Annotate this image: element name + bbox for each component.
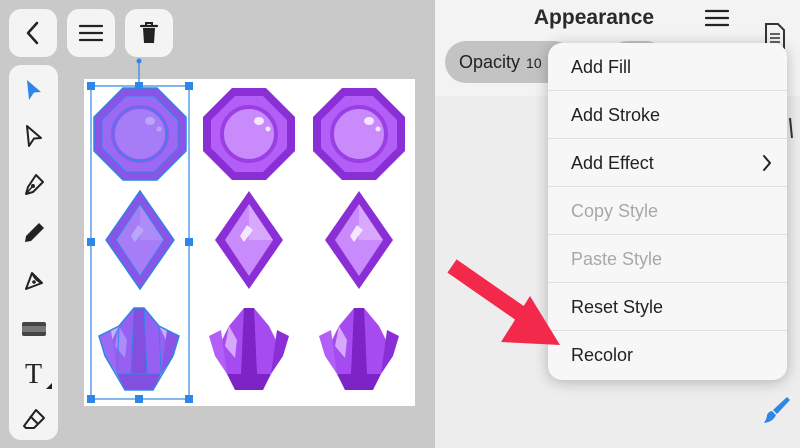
appearance-menu: Add Fill Add Stroke Add Effect Copy Styl… (548, 43, 787, 380)
menu-item-recolor[interactable]: Recolor (548, 331, 787, 379)
gem-crystal[interactable] (319, 308, 399, 390)
menu-item-paste-style: Paste Style (548, 235, 787, 283)
artboard[interactable] (84, 79, 415, 406)
menu-item-label: Copy Style (571, 201, 659, 221)
brush-icon (24, 272, 43, 290)
paintbrush-icon (764, 397, 790, 423)
gem-crystal-selected[interactable] (98, 307, 180, 391)
menu-item-reset-style[interactable]: Reset Style (548, 283, 787, 331)
shape-tool[interactable] (9, 309, 58, 349)
tools-panel: T (9, 65, 58, 440)
gem-octagon[interactable] (201, 86, 297, 182)
gem-diamond[interactable] (215, 191, 283, 289)
delete-button[interactable] (125, 9, 173, 57)
vector-brush-tool[interactable] (9, 261, 58, 301)
opacity-label: Opacity (459, 52, 521, 72)
opacity-value: 10 (526, 55, 542, 71)
pen-tool[interactable] (9, 165, 58, 205)
menu-item-add-fill[interactable]: Add Fill (548, 43, 787, 91)
pencil-icon (24, 223, 44, 242)
menu-item-label: Add Stroke (571, 105, 661, 125)
gem-diamond[interactable] (325, 191, 393, 289)
text-icon: T (24, 359, 43, 390)
menu-item-label: Add Fill (571, 57, 632, 77)
menu-item-label: Recolor (571, 345, 634, 365)
gem-crystal[interactable] (209, 308, 289, 390)
menu-item-label: Add Effect (571, 153, 654, 173)
selection-tool[interactable] (9, 71, 58, 111)
brushes-studio-button[interactable] (761, 394, 791, 426)
eraser-icon (22, 409, 45, 429)
gem-octagon-selected[interactable] (92, 86, 188, 182)
hamburger-icon (79, 24, 103, 42)
text-tool[interactable]: T (9, 355, 58, 395)
chevron-left-icon (26, 21, 39, 45)
arrow-filled-icon (26, 80, 41, 100)
arrow-outline-icon (25, 125, 42, 147)
menu-item-copy-style: Copy Style (548, 187, 787, 235)
eraser-tool[interactable] (9, 399, 58, 439)
menu-item-add-stroke[interactable]: Add Stroke (548, 91, 787, 139)
trash-icon (139, 22, 159, 43)
pencil-tool[interactable] (9, 213, 58, 253)
rotation-handle[interactable] (134, 57, 144, 84)
stroke-studio-button[interactable] (787, 114, 800, 144)
menu-item-label: Paste Style (571, 249, 663, 269)
pen-nib-icon (24, 174, 44, 195)
menu-item-label: Reset Style (571, 297, 664, 317)
chevron-right-icon (763, 155, 771, 171)
shape-icon (21, 322, 46, 336)
hamburger-icon (704, 9, 730, 27)
gem-diamond-selected[interactable] (105, 189, 175, 291)
submenu-corner-icon (46, 383, 52, 389)
back-button[interactable] (9, 9, 57, 57)
node-tool[interactable] (9, 117, 58, 157)
gem-octagon[interactable] (311, 86, 407, 182)
panel-menu-button[interactable] (704, 8, 731, 30)
main-menu-button[interactable] (67, 9, 115, 57)
stroke-icon (789, 117, 793, 139)
menu-item-add-effect[interactable]: Add Effect (548, 139, 787, 187)
